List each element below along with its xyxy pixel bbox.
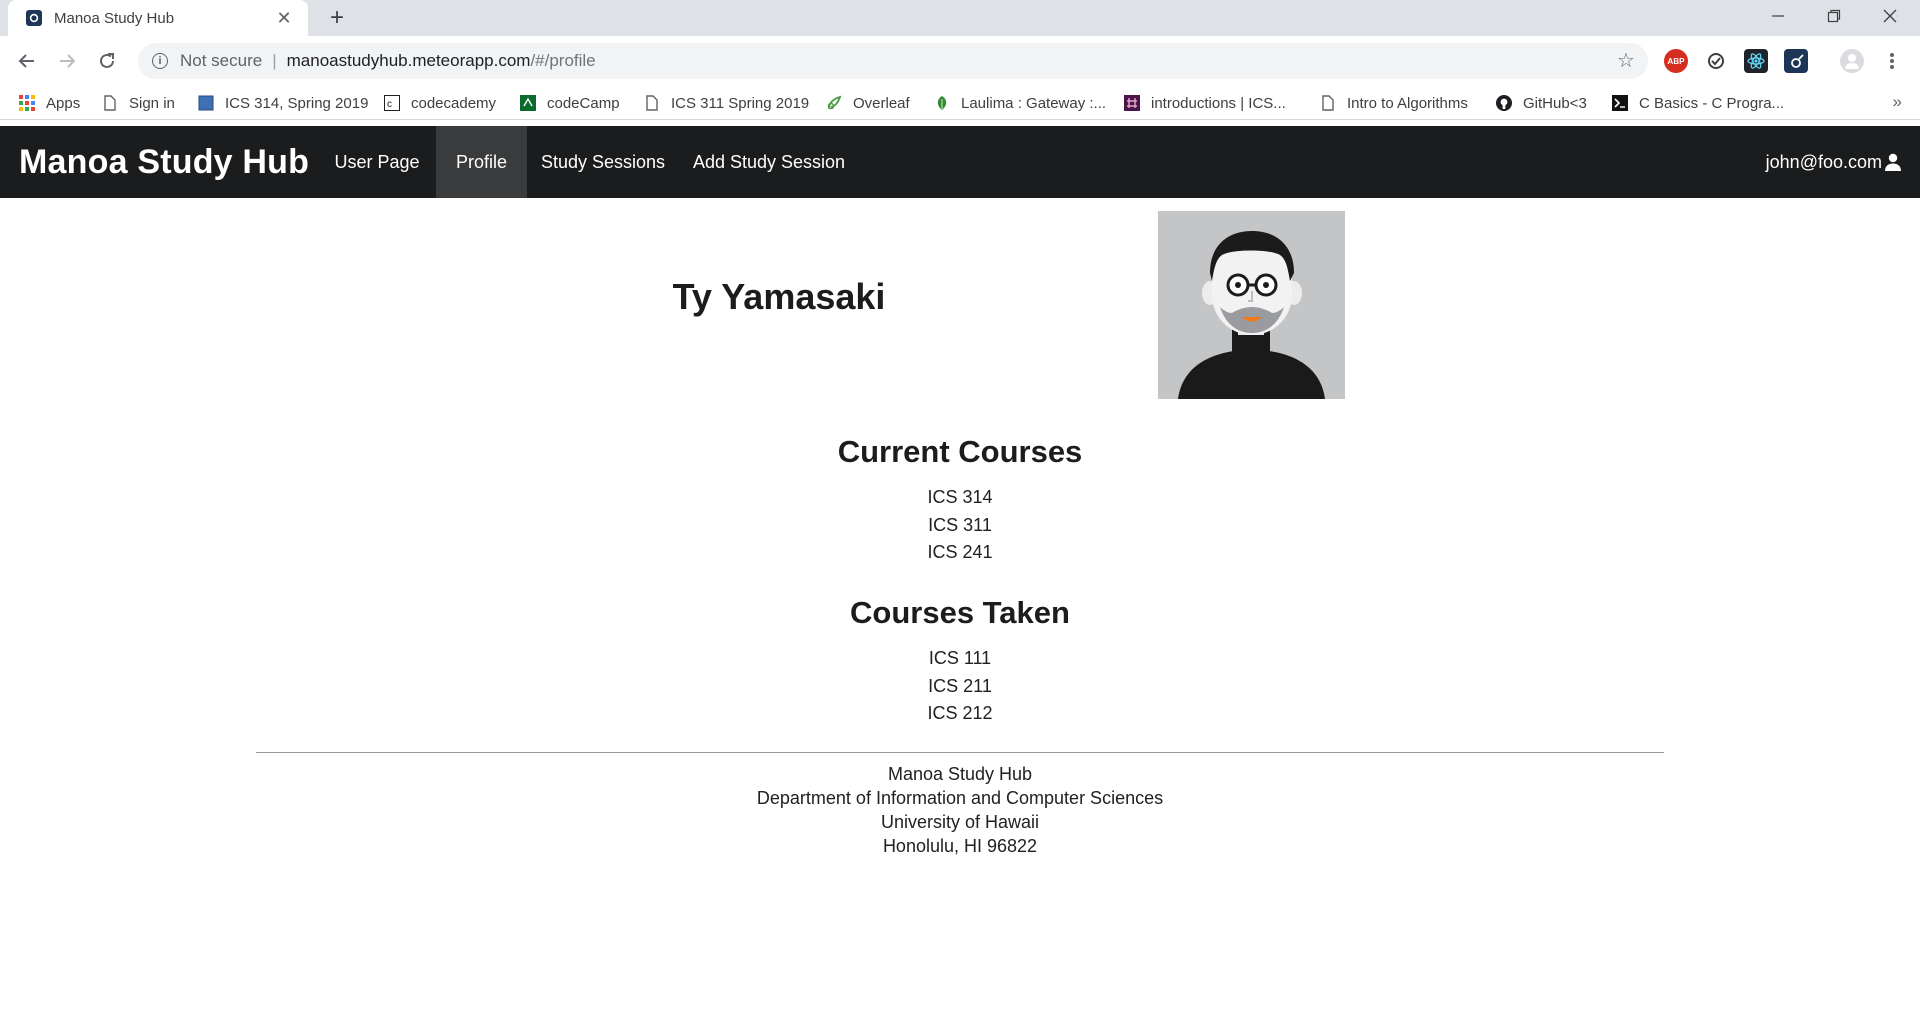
user-menu[interactable]: john@foo.com [1766, 126, 1902, 198]
new-tab-icon[interactable]: + [322, 3, 352, 33]
bookmark-github[interactable]: GitHub<3 [1496, 92, 1587, 114]
address-separator: | [272, 51, 277, 70]
bookmark-label: introductions | ICS... [1151, 94, 1286, 112]
page-icon [1320, 95, 1336, 111]
reload-icon[interactable] [91, 45, 123, 77]
footer-address: Honolulu, HI 96822 [882, 836, 1038, 856]
bookmarks-overflow-icon[interactable]: » [1893, 92, 1902, 112]
bookmark-codecamp[interactable]: codeCamp [520, 92, 620, 114]
page-icon [644, 95, 660, 111]
close-window-icon[interactable] [1862, 0, 1918, 32]
bookmark-label: C Basics - C Progra... [1639, 94, 1785, 112]
sync-extension-icon[interactable] [1704, 49, 1728, 73]
browser-tab-strip: Manoa Study Hub ✕ + [0, 0, 1920, 36]
bookmark-codecademy[interactable]: c codecademy [384, 92, 496, 114]
bookmark-label: ICS 314, Spring 2019 [225, 94, 369, 112]
bookmark-sign-in[interactable]: Sign in [102, 92, 175, 114]
browser-toolbar: i Not secure | manoastudyhub.meteorapp.c… [0, 36, 1920, 86]
app-navbar: Manoa Study Hub User Page Profile Study … [0, 126, 1920, 198]
profile-name: Ty Yamasaki [672, 276, 886, 317]
codecademy-icon: c [384, 95, 400, 111]
nav-study-sessions[interactable]: Study Sessions [527, 126, 679, 198]
bookmark-star-icon[interactable]: ☆ [1614, 49, 1638, 73]
meteor-devtools-icon[interactable] [1784, 49, 1808, 73]
footer-divider [256, 752, 1664, 753]
page-icon [102, 95, 118, 111]
bookmark-label: ICS 311 Spring 2019 [671, 94, 810, 112]
courses-taken-title: Courses Taken [850, 595, 1070, 630]
nav-user-page[interactable]: User Page [318, 126, 436, 198]
bookmark-apps[interactable]: Apps [19, 92, 80, 114]
back-icon[interactable] [11, 45, 43, 77]
square-icon [198, 95, 214, 111]
bookmark-label: Intro to Algorithms [1347, 94, 1468, 112]
adblock-extension-icon[interactable]: ABP [1664, 49, 1688, 73]
bookmark-overleaf[interactable]: Overleaf [826, 92, 910, 114]
current-course-item: ICS 314 [927, 487, 993, 507]
taken-course-item: ICS 212 [927, 703, 993, 723]
browser-menu-icon[interactable] [1880, 49, 1904, 73]
profile-avatar-icon[interactable] [1840, 49, 1864, 73]
user-email: john@foo.com [1765, 151, 1882, 172]
taken-course-item: ICS 111 [928, 648, 992, 668]
bookmark-label: Overleaf [853, 94, 910, 112]
bookmark-label: codecademy [411, 94, 497, 112]
address-host: manoastudyhub.meteorapp.com [286, 51, 531, 70]
address-bar[interactable]: i Not secure | manoastudyhub.meteorapp.c… [138, 43, 1648, 79]
bookmark-c-basics[interactable]: C Basics - C Progra... [1612, 92, 1784, 114]
terminal-icon [1612, 95, 1628, 111]
nav-add-study-session[interactable]: Add Study Session [679, 126, 859, 198]
overleaf-icon [826, 95, 842, 111]
address-path: /#/profile [530, 51, 596, 70]
security-indicator: Not secure [180, 51, 263, 70]
slack-icon [1124, 95, 1140, 111]
bookmark-label: codeCamp [547, 94, 620, 112]
current-course-item: ICS 241 [927, 542, 993, 562]
bookmark-intro-algorithms[interactable]: Intro to Algorithms [1320, 92, 1468, 114]
leaf-icon [934, 95, 950, 111]
minimize-icon[interactable] [1750, 0, 1806, 32]
brand-logo[interactable]: Manoa Study Hub [19, 126, 309, 198]
footer-department: Department of Information and Computer S… [756, 788, 1164, 808]
current-courses-title: Current Courses [837, 434, 1083, 469]
footer-university: University of Hawaii [880, 812, 1040, 832]
browser-tab[interactable]: Manoa Study Hub ✕ [8, 0, 308, 36]
site-favicon-icon [26, 10, 42, 26]
profile-avatar-image [1158, 211, 1345, 399]
svg-text:c: c [387, 99, 392, 110]
bookmark-ics-311[interactable]: ICS 311 Spring 2019 [644, 92, 809, 114]
bookmark-label: Sign in [129, 94, 175, 112]
restore-icon[interactable] [1806, 0, 1862, 32]
footer-app-name: Manoa Study Hub [887, 764, 1033, 784]
bookmark-introductions[interactable]: introductions | ICS... [1124, 92, 1286, 114]
apps-grid-icon [19, 95, 35, 111]
current-course-item: ICS 311 [928, 515, 992, 535]
tab-close-icon[interactable]: ✕ [274, 8, 294, 29]
bookmark-label: GitHub<3 [1523, 94, 1587, 112]
bookmarks-bar: Apps Sign in ICS 314, Spring 2019 c code… [0, 86, 1920, 120]
bookmark-ics-314[interactable]: ICS 314, Spring 2019 [198, 92, 368, 114]
nav-profile[interactable]: Profile [436, 126, 527, 198]
bookmark-laulima[interactable]: Laulima : Gateway :... [934, 92, 1106, 114]
tab-title: Manoa Study Hub [54, 9, 175, 27]
forward-icon[interactable] [51, 45, 83, 77]
codecamp-icon [520, 95, 536, 111]
bookmark-label: Apps [46, 94, 81, 112]
github-icon [1496, 95, 1512, 111]
user-icon [1884, 153, 1902, 171]
taken-course-item: ICS 211 [928, 676, 992, 696]
site-info-icon[interactable]: i [152, 53, 168, 69]
react-devtools-icon[interactable] [1744, 49, 1768, 73]
bookmark-label: Laulima : Gateway :... [961, 94, 1107, 112]
